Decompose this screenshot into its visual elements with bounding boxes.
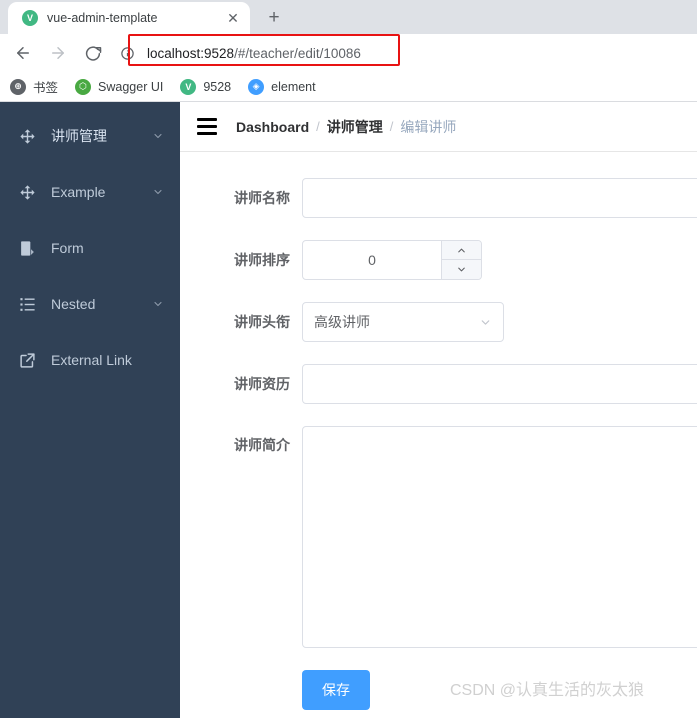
breadcrumb-separator: / (389, 119, 394, 134)
sidebar-item-label: Example (51, 184, 106, 200)
chevron-down-icon[interactable] (442, 260, 481, 279)
bookmark-item[interactable]: ⊕ 书签 (10, 77, 58, 96)
chevron-down-icon (152, 298, 164, 310)
sidebar-item-label: Form (51, 240, 84, 256)
label-teacher-name: 讲师名称 (234, 190, 290, 206)
bookmark-label: 书签 (33, 81, 59, 95)
nested-list-icon (18, 296, 37, 313)
new-tab-button[interactable]: + (260, 3, 288, 31)
sidebar-item-label: Nested (51, 296, 96, 312)
teacher-career-input[interactable] (302, 364, 697, 404)
bookmark-label: Swagger UI (98, 79, 164, 94)
bookmark-item[interactable]: V 9528 (180, 78, 232, 95)
teacher-sort-stepper[interactable]: 0 (302, 240, 482, 280)
bookmark-item[interactable]: ⬡ Swagger UI (75, 78, 164, 95)
form-icon (18, 240, 37, 257)
stepper-controls (441, 241, 481, 279)
arrow-right-icon[interactable] (45, 40, 71, 66)
teacher-title-value: 高级讲师 (314, 314, 370, 330)
sidebar-item-nested[interactable]: Nested (0, 276, 180, 332)
component-icon (18, 128, 37, 145)
form-row-intro: 讲师简介 (180, 426, 697, 648)
address-bar[interactable]: localhost:9528/#/teacher/edit/10086 (115, 39, 687, 67)
teacher-edit-form: 讲师名称 讲师排序 0 讲师头衔 高级讲师 讲师资历 讲师简介 保存 (180, 152, 697, 710)
bookmark-item[interactable]: ◈ element (248, 78, 316, 95)
label-teacher-career: 讲师资历 (234, 376, 290, 392)
watermark-text: CSDN @认真生活的灰太狼 (450, 682, 645, 699)
breadcrumb-item-edit-teacher: 编辑讲师 (400, 118, 457, 135)
close-icon[interactable]: ✕ (224, 9, 242, 27)
form-control: 高级讲师 (302, 302, 697, 342)
globe-icon: ⊕ (10, 78, 26, 95)
chevron-down-icon (479, 316, 492, 329)
tab-title: vue-admin-template (47, 11, 158, 25)
hamburger-bar (197, 132, 217, 135)
component-icon (18, 184, 37, 201)
form-row-name: 讲师名称 (180, 178, 697, 218)
save-button[interactable]: 保存 (302, 670, 370, 710)
breadcrumb-item-teacher-management[interactable]: 讲师管理 (327, 117, 383, 137)
tab-strip: V vue-admin-template ✕ + (0, 0, 697, 34)
form-row-title: 讲师头衔 高级讲师 (180, 302, 697, 342)
chevron-down-icon (152, 186, 164, 198)
vue-favicon-icon: V (22, 10, 38, 26)
form-row-sort: 讲师排序 0 (180, 240, 697, 280)
teacher-title-select[interactable]: 高级讲师 (302, 302, 504, 342)
form-row-career: 讲师资历 (180, 364, 697, 404)
form-control (302, 426, 697, 648)
browser-toolbar: localhost:9528/#/teacher/edit/10086 (0, 34, 697, 72)
bookmarks-bar: ⊕ 书签 ⬡ Swagger UI V 9528 ◈ element (0, 72, 697, 102)
bookmark-label: element (271, 79, 316, 94)
swagger-icon: ⬡ (75, 78, 92, 95)
external-link-icon (18, 352, 37, 369)
teacher-intro-textarea[interactable] (302, 426, 697, 648)
main-content: Dashboard / 讲师管理 / 编辑讲师 讲师名称 讲师排序 0 讲师头衔… (180, 102, 697, 718)
bookmark-label: 9528 (203, 79, 232, 94)
site-info-icon[interactable] (117, 43, 137, 63)
teacher-sort-value[interactable]: 0 (303, 241, 441, 279)
sidebar-nav: 讲师管理 Example Form Nested External Link (0, 102, 180, 718)
browser-tab[interactable]: V vue-admin-template ✕ (8, 2, 250, 34)
chevron-up-icon[interactable] (442, 241, 481, 260)
hamburger-bar (197, 118, 217, 121)
url-path: /#/teacher/edit/10086 (234, 45, 361, 61)
breadcrumb-item-dashboard[interactable]: Dashboard (236, 119, 309, 135)
chevron-down-icon (152, 130, 164, 142)
sidebar-item-teacher-management[interactable]: 讲师管理 (0, 108, 180, 164)
sidebar-item-external-link[interactable]: External Link (0, 332, 180, 388)
label-teacher-title: 讲师头衔 (234, 314, 290, 330)
sidebar-item-form[interactable]: Form (0, 220, 180, 276)
app-root: 讲师管理 Example Form Nested External Link D… (0, 102, 697, 718)
form-control: 0 (302, 240, 697, 280)
browser-window: V vue-admin-template ✕ + localhost:9528/… (0, 0, 697, 718)
top-navbar: Dashboard / 讲师管理 / 编辑讲师 (180, 102, 697, 152)
sidebar-item-label: External Link (51, 352, 132, 368)
arrow-left-icon[interactable] (10, 40, 36, 66)
element-icon: ◈ (248, 78, 265, 95)
sidebar-item-label: 讲师管理 (51, 128, 107, 144)
sidebar-item-example[interactable]: Example (0, 164, 180, 220)
form-control (302, 364, 697, 404)
hamburger-bar (197, 125, 217, 128)
url-text[interactable]: localhost:9528/#/teacher/edit/10086 (141, 39, 687, 67)
breadcrumb: Dashboard / 讲师管理 / 编辑讲师 (236, 117, 456, 137)
url-host: localhost:9528 (147, 45, 235, 61)
vue-icon: V (180, 78, 197, 95)
label-teacher-sort: 讲师排序 (234, 252, 290, 268)
reload-icon[interactable] (80, 40, 106, 66)
breadcrumb-separator: / (316, 119, 320, 134)
label-teacher-intro: 讲师简介 (234, 437, 290, 453)
form-control (302, 178, 697, 218)
teacher-name-input[interactable] (302, 178, 697, 218)
hamburger-menu-icon[interactable] (192, 112, 222, 142)
